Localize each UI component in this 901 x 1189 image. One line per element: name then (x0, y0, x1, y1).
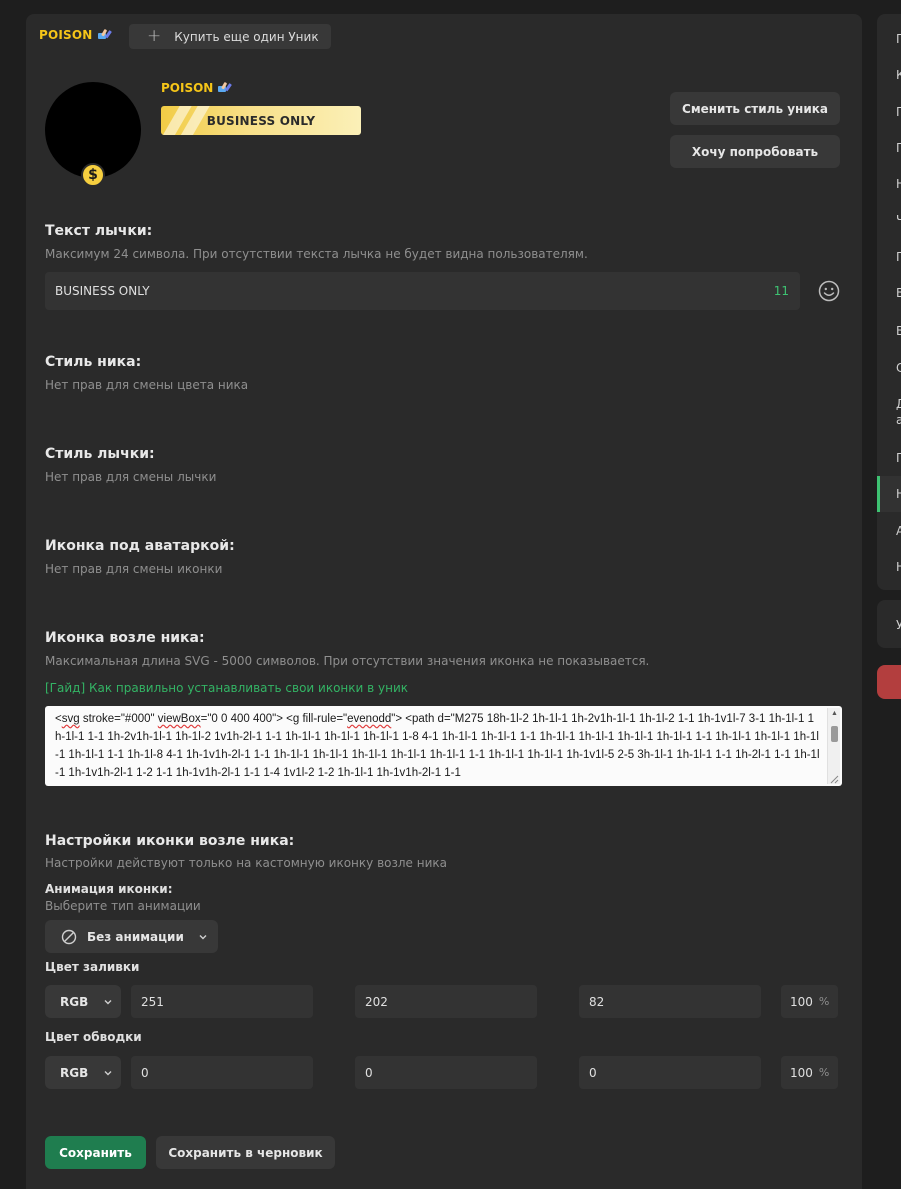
nick-icon-settings-hint: Настройки действуют только на кастомную … (45, 856, 447, 870)
right-nav-item[interactable]: А (896, 524, 901, 538)
profile-nick: POISON (161, 81, 233, 95)
fill-color-label: Цвет заливки (45, 960, 140, 974)
no-animation-icon (61, 929, 77, 944)
save-draft-button[interactable]: Сохранить в черновик (156, 1136, 335, 1169)
right-red-button[interactable] (877, 665, 901, 699)
right-nav-item[interactable]: П (896, 141, 901, 155)
fill-color-mode-select[interactable]: RGB (45, 985, 121, 1018)
textarea-scrollbar[interactable]: ▲ (827, 708, 840, 784)
right-nav-item-active[interactable]: Н (896, 487, 901, 501)
save-button[interactable]: Сохранить (45, 1136, 146, 1169)
writing-hand-icon (97, 29, 112, 39)
scroll-up-icon[interactable]: ▲ (831, 710, 838, 717)
stroke-alpha-input[interactable]: 100% (781, 1056, 838, 1089)
chevron-down-icon (104, 1070, 112, 1075)
fill-b-input[interactable]: 82 (579, 985, 761, 1018)
badge-text-hint: Максимум 24 символа. При отсутствии текс… (45, 247, 588, 261)
active-nav-indicator (877, 476, 880, 512)
right-nav-item[interactable]: а (896, 413, 901, 427)
badge-text-title: Текст лычки: (45, 223, 153, 239)
right-nav-item[interactable]: П (896, 451, 901, 465)
stroke-b-input[interactable]: 0 (579, 1056, 761, 1089)
right-nav-item[interactable]: Ч (896, 213, 901, 227)
stroke-color-mode-select[interactable]: RGB (45, 1056, 121, 1089)
change-style-button[interactable]: Сменить стиль уника (670, 92, 840, 125)
right-nav-item[interactable]: Н (896, 560, 901, 574)
stroke-g-input[interactable]: 0 (355, 1056, 537, 1089)
right-nav-item[interactable]: Д (896, 397, 901, 411)
right-nav-item[interactable]: В (896, 324, 901, 338)
right-nav-item[interactable]: П (896, 32, 901, 46)
plus-icon: + (147, 26, 162, 46)
try-button[interactable]: Хочу попробовать (670, 135, 840, 168)
guide-link[interactable]: [Гайд] Как правильно устанавливать свои … (45, 681, 408, 695)
nick-style-hint: Нет прав для смены цвета ника (45, 378, 249, 392)
nick-icon-settings-title: Настройки иконки возле ника: (45, 833, 295, 849)
fill-r-input[interactable]: 251 (131, 985, 313, 1018)
scroll-thumb[interactable] (831, 726, 838, 742)
header-nick: POISON (39, 28, 112, 42)
right-nav-item[interactable]: К (896, 68, 901, 82)
emoji-picker-icon[interactable] (818, 280, 840, 302)
right-nav-item[interactable]: В (896, 286, 901, 300)
writing-hand-icon (218, 82, 233, 92)
settings-panel: POISON + Купить еще один Уник $ POISON B… (26, 14, 862, 1189)
badge-text-value: BUSINESS ONLY (55, 284, 150, 298)
chevron-down-icon (199, 934, 207, 939)
right-nav-item[interactable]: П (896, 250, 901, 264)
nick-icon-hint: Максимальная длина SVG - 5000 символов. … (45, 654, 650, 668)
resize-handle-icon[interactable] (829, 774, 839, 784)
svg-code-textarea[interactable]: <svg stroke="#000" viewBox="0 0 400 400"… (45, 706, 842, 786)
right-nav-panel: П К П П Н Ч П В В С Д а П Н А Н (877, 14, 901, 590)
badge-style-title: Стиль лычки: (45, 446, 155, 462)
buy-another-unique-button[interactable]: + Купить еще один Уник (129, 24, 331, 49)
dollar-coin-icon: $ (81, 163, 105, 187)
animation-select[interactable]: Без анимации (45, 920, 218, 953)
chevron-down-icon (104, 999, 112, 1004)
badge-style-hint: Нет прав для смены лычки (45, 470, 217, 484)
right-nav-panel-2: У (877, 600, 901, 648)
nick-style-title: Стиль ника: (45, 354, 142, 370)
fill-g-input[interactable]: 202 (355, 985, 537, 1018)
fill-alpha-input[interactable]: 100% (781, 985, 838, 1018)
char-counter: 11 (773, 284, 789, 298)
right-nav-item[interactable]: У (896, 618, 901, 632)
right-nav-item[interactable]: Н (896, 177, 901, 191)
stroke-r-input[interactable]: 0 (131, 1056, 313, 1089)
animation-label: Анимация иконки: (45, 882, 173, 896)
user-badge: BUSINESS ONLY (161, 106, 361, 135)
avatar-icon-title: Иконка под аватаркой: (45, 538, 235, 554)
right-nav-item[interactable]: С (896, 361, 901, 375)
stroke-color-label: Цвет обводки (45, 1030, 142, 1044)
badge-text-input[interactable]: BUSINESS ONLY 11 (45, 272, 800, 310)
animation-hint: Выберите тип анимации (45, 899, 201, 913)
avatar-icon-hint: Нет прав для смены иконки (45, 562, 223, 576)
right-nav-item[interactable]: П (896, 105, 901, 119)
nick-icon-title: Иконка возле ника: (45, 630, 205, 646)
